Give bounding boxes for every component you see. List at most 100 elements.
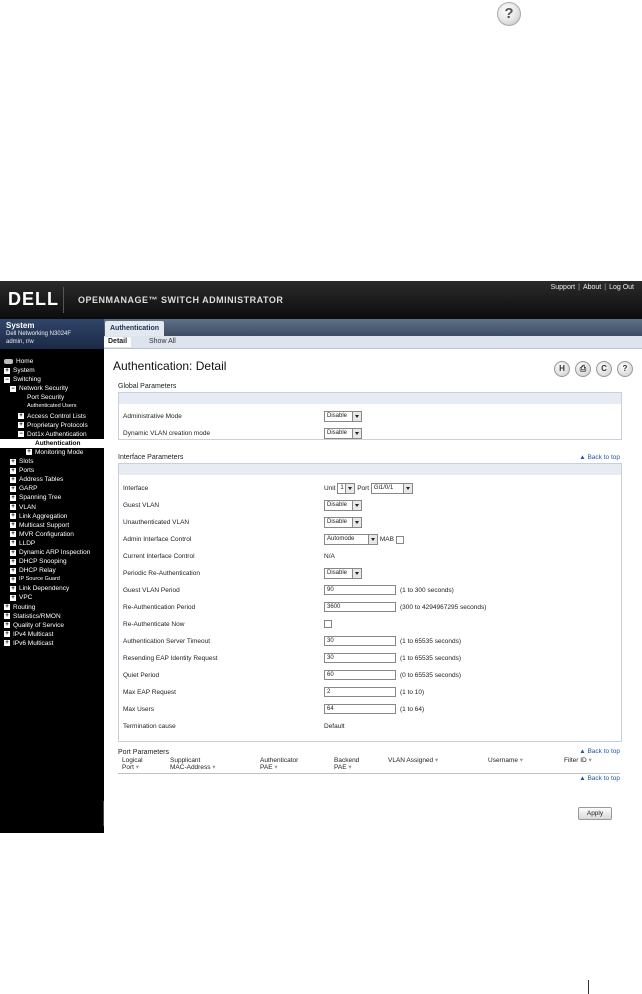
column-header[interactable]: Backend PAE ▾ bbox=[334, 757, 359, 771]
port-select[interactable]: Gi1/0/1 bbox=[370, 483, 413, 494]
quiet-period-input[interactable]: 60 bbox=[324, 670, 396, 680]
expand-icon[interactable]: + bbox=[4, 631, 10, 638]
sidebar-item[interactable]: + VLAN bbox=[0, 503, 104, 512]
column-header[interactable]: Authenticator PAE ▾ bbox=[260, 757, 298, 771]
sidebar-item[interactable]: + Quality of Service bbox=[0, 621, 104, 630]
sidebar-item[interactable]: − Network Security bbox=[0, 384, 104, 393]
sidebar-item[interactable]: Port Security bbox=[0, 393, 104, 402]
collapse-icon[interactable]: − bbox=[4, 376, 10, 383]
sidebar-item[interactable]: + Link Dependency bbox=[0, 584, 104, 593]
unit-select[interactable]: 1 bbox=[337, 483, 356, 494]
expand-icon[interactable]: + bbox=[18, 422, 24, 429]
server-timeout-input[interactable]: 30 bbox=[324, 636, 396, 646]
sidebar-item[interactable]: + Statistics/RMON bbox=[0, 612, 104, 621]
column-header[interactable]: VLAN Assigned ▾ bbox=[388, 757, 438, 764]
help-icon[interactable]: ? bbox=[497, 2, 521, 26]
sidebar-item[interactable]: Authentication bbox=[0, 438, 104, 448]
sidebar-item[interactable]: − Dot1x Authentication bbox=[0, 430, 104, 439]
expand-icon[interactable]: + bbox=[4, 367, 10, 374]
tab-authentication[interactable]: Authentication bbox=[105, 321, 164, 336]
column-header[interactable]: Supplicant MAC-Address ▾ bbox=[170, 757, 216, 771]
admin-ctrl-select[interactable]: Automode bbox=[324, 534, 378, 545]
sidebar-item[interactable]: + IPv4 Multicast bbox=[0, 630, 104, 639]
sidebar-item[interactable]: + DHCP Snooping bbox=[0, 557, 104, 566]
collapse-icon[interactable]: − bbox=[18, 431, 24, 438]
max-users-input[interactable]: 64 bbox=[324, 704, 396, 714]
system-header[interactable]: System Dell Networking N3024F admin, r/w bbox=[0, 319, 104, 349]
sidebar-item[interactable]: + Access Control Lists bbox=[0, 412, 104, 421]
column-header[interactable]: Filter ID ▾ bbox=[564, 757, 592, 764]
apply-button[interactable]: Apply bbox=[578, 807, 612, 820]
expand-icon[interactable]: + bbox=[10, 504, 16, 511]
sidebar-item[interactable]: + Address Tables bbox=[0, 475, 104, 484]
expand-icon[interactable]: + bbox=[10, 458, 16, 465]
back-to-top-link[interactable]: ▲ Back to top bbox=[579, 775, 620, 782]
back-to-top-link[interactable]: ▲ Back to top bbox=[579, 454, 620, 461]
subtab-show-all[interactable]: Show All bbox=[145, 337, 180, 347]
mab-checkbox[interactable] bbox=[395, 535, 404, 544]
expand-icon[interactable]: + bbox=[10, 576, 16, 583]
collapse-icon[interactable]: − bbox=[10, 385, 16, 392]
sidebar-item[interactable]: − Switching bbox=[0, 375, 104, 384]
admin-mode-select[interactable]: Disable bbox=[324, 411, 362, 422]
expand-icon[interactable]: + bbox=[10, 513, 16, 520]
sidebar-item[interactable]: + DHCP Relay bbox=[0, 566, 104, 575]
sort-icon[interactable]: ▾ bbox=[273, 764, 277, 771]
expand-icon[interactable]: + bbox=[10, 585, 16, 592]
sidebar-item[interactable]: Authenticated Users bbox=[0, 402, 104, 411]
column-header[interactable]: Logical Port ▾ bbox=[122, 757, 143, 771]
refresh-icon[interactable]: C bbox=[596, 361, 612, 377]
expand-icon[interactable]: + bbox=[4, 604, 10, 611]
expand-icon[interactable]: + bbox=[18, 413, 24, 420]
expand-icon[interactable]: + bbox=[10, 567, 16, 574]
sidebar-item[interactable]: Home bbox=[0, 357, 104, 366]
expand-icon[interactable]: + bbox=[4, 640, 10, 647]
reauth-now-checkbox[interactable] bbox=[324, 620, 332, 628]
expand-icon[interactable]: + bbox=[26, 449, 32, 456]
periodic-reauth-select[interactable]: Disable bbox=[324, 568, 362, 579]
guest-vlan-select[interactable]: Disable bbox=[324, 500, 362, 511]
subtab-detail[interactable]: Detail bbox=[104, 337, 132, 347]
expand-icon[interactable]: + bbox=[10, 558, 16, 565]
column-header[interactable]: Username ▾ bbox=[488, 757, 523, 764]
expand-icon[interactable]: + bbox=[10, 485, 16, 492]
sidebar-item[interactable]: + IP Source Guard bbox=[0, 575, 104, 584]
expand-icon[interactable]: + bbox=[4, 622, 10, 629]
expand-icon[interactable]: + bbox=[10, 540, 16, 547]
sort-icon[interactable]: ▾ bbox=[134, 764, 139, 771]
reauth-period-input[interactable]: 3600 bbox=[324, 602, 396, 612]
expand-icon[interactable]: + bbox=[10, 531, 16, 538]
sidebar-item[interactable]: + LLDP bbox=[0, 539, 104, 548]
sort-icon[interactable]: ▾ bbox=[210, 764, 215, 771]
sidebar-item[interactable]: + Dynamic ARP Inspection bbox=[0, 548, 104, 557]
save-icon[interactable]: H bbox=[554, 361, 570, 377]
expand-icon[interactable]: + bbox=[10, 549, 16, 556]
sidebar-item[interactable]: + MVR Configuration bbox=[0, 530, 104, 539]
unauth-vlan-select[interactable]: Disable bbox=[324, 517, 362, 528]
sidebar-item[interactable]: + Monitoring Mode bbox=[0, 448, 104, 457]
sort-icon[interactable]: ▾ bbox=[347, 764, 351, 771]
help-icon[interactable]: ? bbox=[617, 361, 633, 377]
sidebar-item[interactable]: + GARP bbox=[0, 484, 104, 493]
about-link[interactable]: About bbox=[583, 284, 601, 291]
sidebar-item[interactable]: + VPC bbox=[0, 593, 104, 602]
max-eap-input[interactable]: 2 bbox=[324, 687, 396, 697]
sidebar-item[interactable]: + Multicast Support bbox=[0, 521, 104, 530]
dynamic-vlan-select[interactable]: Disable bbox=[324, 428, 362, 439]
expand-icon[interactable]: + bbox=[10, 594, 16, 601]
expand-icon[interactable]: + bbox=[10, 476, 16, 483]
sidebar-item[interactable]: + Slots bbox=[0, 457, 104, 466]
sidebar-item[interactable]: + System bbox=[0, 366, 104, 375]
resend-eap-input[interactable]: 30 bbox=[324, 653, 396, 663]
sidebar-item[interactable]: + Ports bbox=[0, 466, 104, 475]
expand-icon[interactable]: + bbox=[10, 494, 16, 501]
sort-icon[interactable]: ▾ bbox=[433, 757, 438, 764]
back-to-top-link[interactable]: ▲ Back to top bbox=[579, 748, 620, 755]
expand-icon[interactable]: + bbox=[10, 467, 16, 474]
sidebar-item[interactable]: + Proprietary Protocols bbox=[0, 421, 104, 430]
guest-period-input[interactable]: 90 bbox=[324, 585, 396, 595]
sidebar-item[interactable]: + Routing bbox=[0, 603, 104, 612]
sort-icon[interactable]: ▾ bbox=[518, 757, 523, 764]
logout-link[interactable]: Log Out bbox=[609, 284, 634, 291]
sidebar-item[interactable]: + Spanning Tree bbox=[0, 493, 104, 502]
